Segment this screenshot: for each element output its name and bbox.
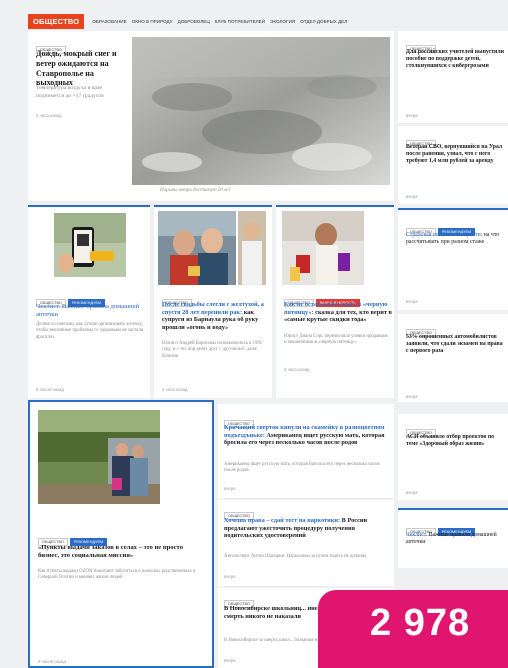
right-item-title[interactable]: Для российских учителей выпустили пособи… bbox=[406, 49, 506, 70]
right-item-time: вчера bbox=[406, 394, 418, 399]
mid-card-title[interactable]: Чеклист. Важные правила домашней аптечки bbox=[36, 303, 144, 319]
right-item[interactable]: ОБЩЕСТВО Для российских учителей выпусти… bbox=[398, 31, 508, 123]
card-photo-inset[interactable] bbox=[238, 211, 266, 285]
featured-time: 9 часов назад bbox=[38, 659, 66, 664]
lead-time: 2 часа назад bbox=[36, 113, 62, 118]
featured-subtitle: Как пункты выдачи OZON помогают заботить… bbox=[38, 569, 196, 581]
top-nav: ОБЩЕСТВО ОБРАЗОВАНИЕ ОКНО В ПРИРОДУ ДОБР… bbox=[28, 13, 508, 29]
mid-card[interactable]: ОБЩЕСТВО После свадьбы слегли с желтухой… bbox=[154, 205, 272, 398]
right-item-title[interactable]: 53% опрошенных автомобилистов заявили, ч… bbox=[406, 334, 506, 355]
featured-card[interactable]: ОБЩЕСТВО РЕКОМЕНДУЕМ «Пункты выдачи заказ… bbox=[28, 400, 214, 668]
mid-card-time: 4 часа назад bbox=[162, 387, 188, 392]
right-item-time: вчера bbox=[406, 299, 418, 304]
counter-badge[interactable]: 2 978 bbox=[318, 590, 508, 668]
nav-link-nature[interactable]: ОКНО В ПРИРОДУ bbox=[132, 19, 173, 24]
lead-title[interactable]: Дождь, мокрый снег и ветер ожидаются на … bbox=[36, 49, 128, 88]
mid-card-time: 3 часа назад bbox=[284, 367, 310, 372]
nav-link-education[interactable]: ОБРАЗОВАНИЕ bbox=[92, 19, 126, 24]
list-item-subtitle: Автоэксперт Антон Шапарин: Нарколины за … bbox=[224, 554, 367, 559]
list-item[interactable]: ОБЩЕСТВО Кричащий сверток кинули на скам… bbox=[218, 404, 394, 498]
mid-card[interactable]: ОБЩЕСТВО ВАЖНАЯ НОВОСТЬ Как не остаться б… bbox=[276, 205, 394, 398]
nav-link-volunteer[interactable]: ДОБРОВОЛЕЦ bbox=[178, 19, 210, 24]
mid-card-title[interactable]: Как не остаться без денег в «черную пятн… bbox=[284, 301, 392, 324]
mid-card-subtitle: Делимся советами, как лучше организовать… bbox=[36, 322, 144, 340]
section-brand[interactable]: ОБЩЕСТВО bbox=[28, 13, 85, 29]
nav-links: ОБРАЗОВАНИЕ ОКНО В ПРИРОДУ ДОБРОВОЛЕЦ КЛ… bbox=[92, 19, 347, 24]
lead-card[interactable]: ОБЩЕСТВО Дождь, мокрый снег и ветер ожид… bbox=[28, 31, 394, 201]
featured-title[interactable]: «Пункты выдачи заказов в селах – это не … bbox=[38, 544, 204, 560]
card-photo[interactable] bbox=[54, 213, 126, 277]
right-item-time: вчера bbox=[406, 113, 418, 118]
right-item-title[interactable]: Чеклист. Важные правила домашней аптечки bbox=[406, 532, 506, 546]
card-photo[interactable] bbox=[158, 211, 236, 285]
right-item[interactable]: ОБЩЕСТВО РЕКОМЕНДУЕМ Чеклист. Важные прав… bbox=[398, 508, 508, 568]
lead-photo[interactable] bbox=[132, 37, 390, 185]
mid-card-title[interactable]: После свадьбы слегли с желтухой, а спуст… bbox=[162, 301, 268, 332]
list-item-title[interactable]: Хочешь права – сдай тест на наркотики: В… bbox=[224, 517, 390, 540]
mid-card-subtitle: Юлия и Андрей Борисовы познакомились в 1… bbox=[162, 341, 263, 359]
mid-card-subtitle: Юрист Диана Сорс перечисляла уловки прод… bbox=[284, 334, 388, 346]
list-item-title-highlight: Хочешь права – сдай тест на наркотики: bbox=[224, 517, 341, 524]
lead-photo-caption: Порывы ветра достигнут 20 м/с bbox=[160, 188, 231, 193]
right-item-title-highlight: Чеклист. bbox=[406, 532, 428, 538]
list-item-time: вчера bbox=[224, 486, 236, 491]
list-item-subtitle: Американец ищет русскую мать, которая бр… bbox=[224, 462, 380, 474]
counter-value: 2 978 bbox=[370, 602, 471, 644]
right-item[interactable]: ОБЩЕСТВО Ветеран СВО, вернувшийся на Ура… bbox=[398, 126, 508, 204]
nav-link-consumers[interactable]: КЛУБ ПОТРЕБИТЕЛЕЙ bbox=[215, 19, 265, 24]
list-item-time: вчера bbox=[224, 574, 236, 579]
right-item-title[interactable]: Страховая пенсия по старости: на что рас… bbox=[406, 232, 506, 246]
list-item-title[interactable]: Кричащий сверток кинули на скамейку в ра… bbox=[224, 424, 390, 447]
right-item[interactable]: ОБЩЕСТВО РЕКОМЕНДУЕМ Страховая пенсия по … bbox=[398, 208, 508, 310]
mid-card[interactable]: ОБЩЕСТВО РЕКОМЕНДУЕМ Чеклист. Важные прав… bbox=[28, 205, 150, 398]
right-item-title[interactable]: АСИ объявило отбор проектов по теме «Здо… bbox=[406, 434, 506, 448]
card-photo[interactable] bbox=[282, 211, 364, 285]
list-item-time: вчера bbox=[224, 658, 236, 663]
featured-photo[interactable] bbox=[38, 410, 160, 504]
right-item[interactable]: ОБЩЕСТВО АСИ объявило отбор проектов по … bbox=[398, 414, 508, 500]
mid-card-time: 9 часов назад bbox=[36, 387, 64, 392]
nav-link-ecology[interactable]: ЭКОЛОГИЯ bbox=[270, 19, 295, 24]
list-item[interactable]: ОБЩЕСТВО Хочешь права – сдай тест на нар… bbox=[218, 500, 394, 586]
right-item[interactable]: ОБЩЕСТВО 53% опрошенных автомобилистов з… bbox=[398, 314, 508, 402]
right-item-title[interactable]: Ветеран СВО, вернувшийся на Урал после р… bbox=[406, 144, 506, 165]
right-item-time: вчера bbox=[406, 194, 418, 199]
nav-link-good-deeds[interactable]: ОТДЕЛ ДОБРЫХ ДЕЛ bbox=[300, 19, 347, 24]
right-item-time: вчера bbox=[406, 490, 418, 495]
lead-subtitle: Температура воздуха в крае поднимется до… bbox=[36, 85, 104, 99]
right-item-title-highlight: Страховая пенсия по старости: bbox=[406, 232, 483, 238]
